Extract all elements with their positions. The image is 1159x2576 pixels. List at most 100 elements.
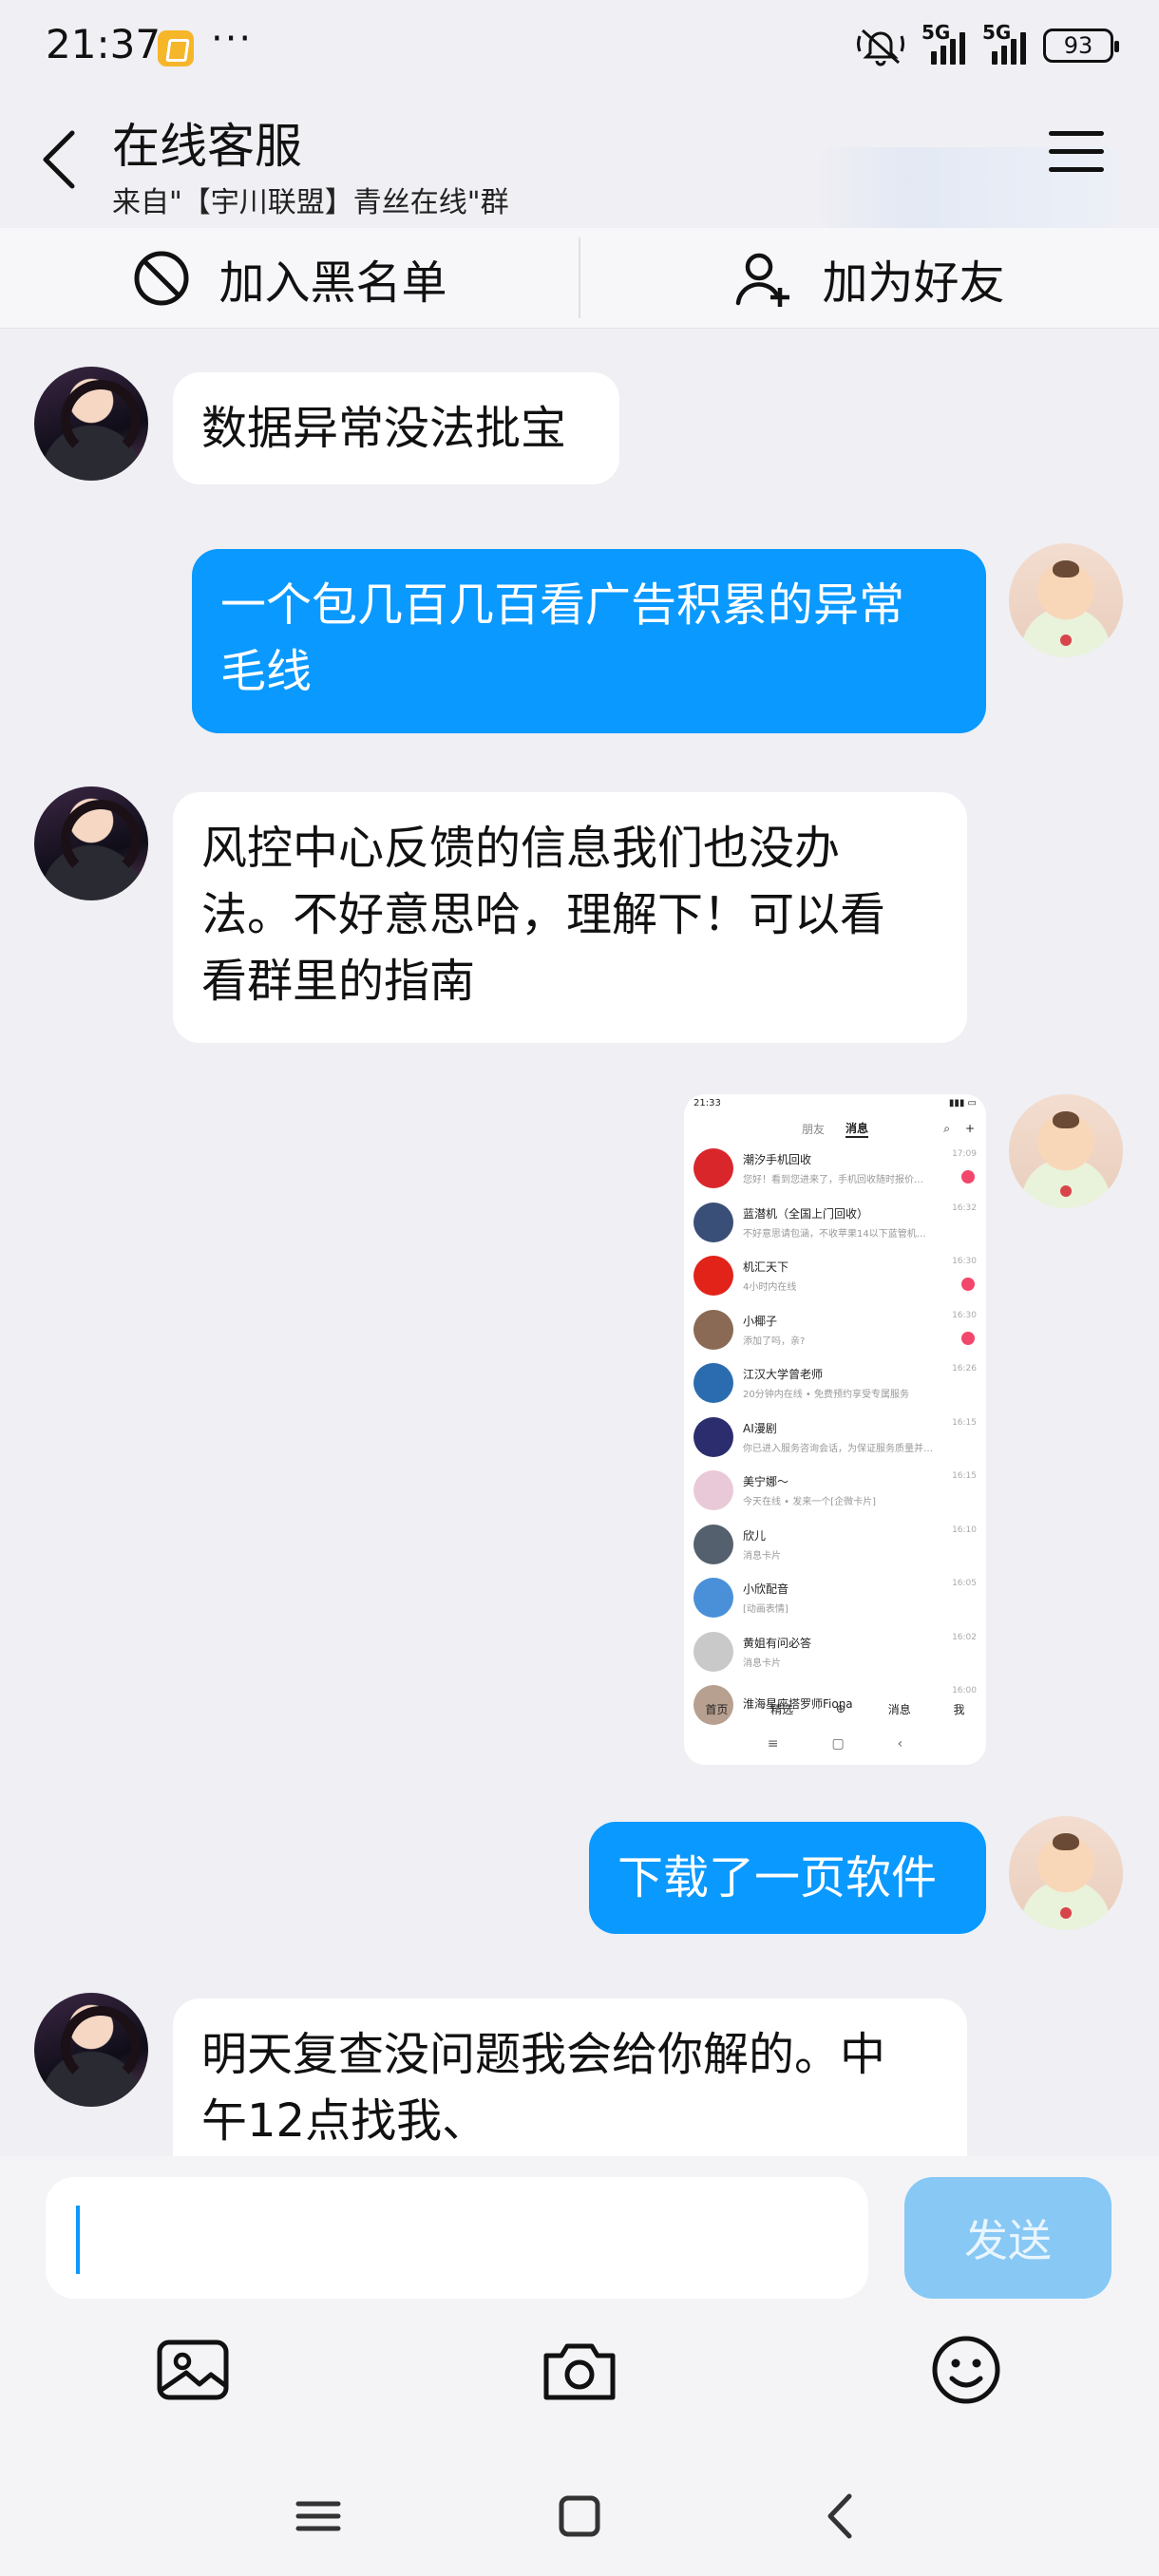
image-message[interactable]: 21:33 ▮▮▮ ▭ 朋友 消息 ⌕ + 潮汐手机回收您好！看到您进来了，手机… xyxy=(684,1094,986,1765)
chat-title: 在线客服 xyxy=(112,119,302,174)
message-bubble-incoming[interactable]: 风控中心反馈的信息我们也没办 法。不好意思哈，理解下！可以看 看群里的指南 xyxy=(173,792,967,1043)
embedded-conversation-row: AI漫剧 你已进入服务咨询会话，为保证服务质量并… 16:15 xyxy=(684,1411,986,1465)
home-button[interactable] xyxy=(546,2483,613,2549)
add-friend-button[interactable]: 加为好友 xyxy=(580,228,1159,328)
emoji-icon xyxy=(932,2336,1000,2404)
embedded-system-nav: ≡ ▢ ‹ xyxy=(684,1731,986,1757)
embedded-avatar xyxy=(694,1470,733,1511)
image-icon xyxy=(157,2339,229,2400)
embedded-avatar xyxy=(694,1363,733,1404)
status-indicators: 5G 5G 93 xyxy=(857,21,1119,66)
embedded-last-message: 不好意思请包涵，不收苹果14以下蓝管机… xyxy=(743,1228,926,1240)
embedded-row-text: 蓝潜机（全国上门回收） 不好意思请包涵，不收苹果14以下蓝管机… xyxy=(743,1205,952,1240)
embedded-avatar xyxy=(694,1148,733,1189)
camera-button[interactable] xyxy=(537,2327,622,2413)
embedded-contact-name: 欣儿 xyxy=(743,1528,767,1543)
embedded-contact-name: 潮汐手机回收 xyxy=(743,1153,812,1167)
my-avatar[interactable] xyxy=(1009,1816,1123,1930)
embedded-time: 16:02 xyxy=(952,1632,977,1642)
back-nav-icon xyxy=(827,2493,852,2539)
agent-avatar[interactable] xyxy=(34,367,148,481)
embedded-status-bar: 21:33 ▮▮▮ ▭ xyxy=(684,1094,986,1115)
embedded-unread-badge xyxy=(961,1170,975,1184)
embedded-last-message: 你已进入服务咨询会话，为保证服务质量并… xyxy=(743,1443,933,1454)
text-cursor xyxy=(76,2206,80,2274)
embedded-bottom-nav: 首页 精选 ⊕ 消息 我 xyxy=(705,1702,965,1716)
system-navigation-bar xyxy=(0,2451,1159,2576)
embedded-contact-name: 小椰子 xyxy=(743,1314,778,1328)
embedded-conversation-row: 欣儿消息卡片 16:10 xyxy=(684,1518,986,1572)
battery-indicator: 93 xyxy=(1043,28,1119,63)
status-time: 21:37 xyxy=(46,21,162,67)
agent-avatar[interactable] xyxy=(34,786,148,900)
back-button[interactable] xyxy=(34,122,91,198)
add-to-blacklist-button[interactable]: 加入黑名单 xyxy=(0,228,579,328)
chat-header: 在线客服 来自"【宇川联盟】青丝在线"群 xyxy=(0,95,1159,228)
embedded-contact-name: 蓝潜机（全国上门回收） xyxy=(743,1206,869,1221)
recents-icon xyxy=(295,2501,341,2531)
embedded-contact-name: 机汇天下 xyxy=(743,1260,789,1275)
my-avatar[interactable] xyxy=(1009,1094,1123,1208)
embedded-time: 16:05 xyxy=(952,1579,977,1588)
embedded-last-message: 您好！看到您进来了，手机回收随时报价… xyxy=(743,1175,923,1186)
notification-app-icon xyxy=(158,30,194,66)
embedded-conversation-row: 机汇天下 4小时内在线 16:30 xyxy=(684,1249,986,1303)
embedded-tabs: 朋友 消息 ⌕ + xyxy=(801,1121,975,1138)
embedded-avatar xyxy=(694,1578,733,1619)
embedded-time: 16:15 xyxy=(952,1417,977,1428)
add-friend-label: 加为好友 xyxy=(822,256,1005,310)
embedded-avatar xyxy=(694,1631,733,1672)
embedded-row-text: 小欣配音 [动画表情] xyxy=(743,1581,952,1615)
embedded-time: 16:32 xyxy=(952,1203,977,1213)
embedded-contact-name: AI漫剧 xyxy=(743,1421,777,1435)
embedded-conversation-row: 黄姐有问必答 消息卡片 16:02 xyxy=(684,1625,986,1679)
embedded-last-message: 消息卡片 xyxy=(743,1550,781,1562)
embedded-row-text: 小椰子添加了吗，亲? xyxy=(743,1313,952,1347)
embedded-last-message: [动画表情] xyxy=(743,1604,788,1616)
embedded-row-text: 黄姐有问必答 消息卡片 xyxy=(743,1635,952,1669)
embedded-contact-name: 小欣配音 xyxy=(743,1582,789,1597)
message-bubble-outgoing[interactable]: 下载了一页软件 xyxy=(589,1822,986,1934)
embedded-row-text: AI漫剧你已进入服务咨询会话，为保证服务质量并… xyxy=(743,1420,952,1454)
action-bar: 加入黑名单 加为好友 xyxy=(0,228,1159,329)
add-to-blacklist-label: 加入黑名单 xyxy=(218,256,447,310)
message-bubble-incoming[interactable]: 明天复查没问题我会给你解的。中 午12点找我、 xyxy=(173,1998,967,2156)
more-notifications-icon: ··· xyxy=(211,17,254,61)
agent-avatar[interactable] xyxy=(34,1993,148,2107)
send-button[interactable]: 发送 xyxy=(904,2177,1112,2299)
embedded-conversation-row: 小欣配音 [动画表情] 16:05 xyxy=(684,1571,986,1625)
embedded-last-message: 添加了吗，亲? xyxy=(743,1335,806,1347)
block-icon xyxy=(134,251,189,305)
image-picker-button[interactable] xyxy=(150,2327,236,2413)
embedded-avatar xyxy=(694,1202,733,1242)
embedded-time: 16:10 xyxy=(952,1525,977,1535)
signal-5g-2: 5G xyxy=(982,21,1026,65)
embedded-status-icons: ▮▮▮ ▭ xyxy=(948,1098,977,1108)
battery-level: 93 xyxy=(1063,32,1093,59)
message-bubble-incoming[interactable]: 数据异常没法批宝 xyxy=(173,372,619,484)
embedded-last-message: 20分钟内在线 • 免费预约享受专属服务 xyxy=(743,1390,909,1401)
message-bubble-outgoing[interactable]: 一个包几百几百看广告积累的异常 毛线 xyxy=(192,549,986,733)
back-nav-button[interactable] xyxy=(808,2483,874,2549)
embedded-back-icon: ‹ xyxy=(897,1736,903,1752)
embedded-conversation-row: 潮汐手机回收 您好！看到您进来了，手机回收随时报价… 17:09 xyxy=(684,1142,986,1196)
embedded-last-message: 今天在线 • 发来一个[企微卡片] xyxy=(743,1497,877,1508)
embedded-unread-badge xyxy=(961,1331,975,1345)
chat-messages[interactable]: 数据异常没法批宝 一个包几百几百看广告积累的异常 毛线 风控中心反馈的信息我们也… xyxy=(0,329,1159,2156)
message-input[interactable] xyxy=(46,2177,868,2299)
embedded-avatar xyxy=(694,1524,733,1564)
embedded-plus-icon: + xyxy=(964,1122,975,1135)
my-avatar[interactable] xyxy=(1009,543,1123,657)
embedded-avatar xyxy=(694,1309,733,1350)
emoji-button[interactable] xyxy=(923,2327,1009,2413)
embedded-conversation-row: 小椰子 添加了吗，亲? 16:30 xyxy=(684,1303,986,1357)
embedded-last-message: 4小时内在线 xyxy=(743,1282,797,1294)
attachment-toolbar xyxy=(0,2299,1159,2451)
embedded-row-text: 机汇天下 4小时内在线 xyxy=(743,1259,952,1293)
status-bar: 21:37 ··· 5G 5G 93 xyxy=(0,0,1159,95)
menu-button[interactable] xyxy=(1049,131,1104,177)
embedded-search-icon: ⌕ xyxy=(943,1121,950,1135)
recents-button[interactable] xyxy=(285,2483,352,2549)
embedded-time: 16:26 xyxy=(952,1364,977,1373)
embedded-conversation-row: 蓝潜机（全国上门回收） 不好意思请包涵，不收苹果14以下蓝管机… 16:32 xyxy=(684,1196,986,1250)
